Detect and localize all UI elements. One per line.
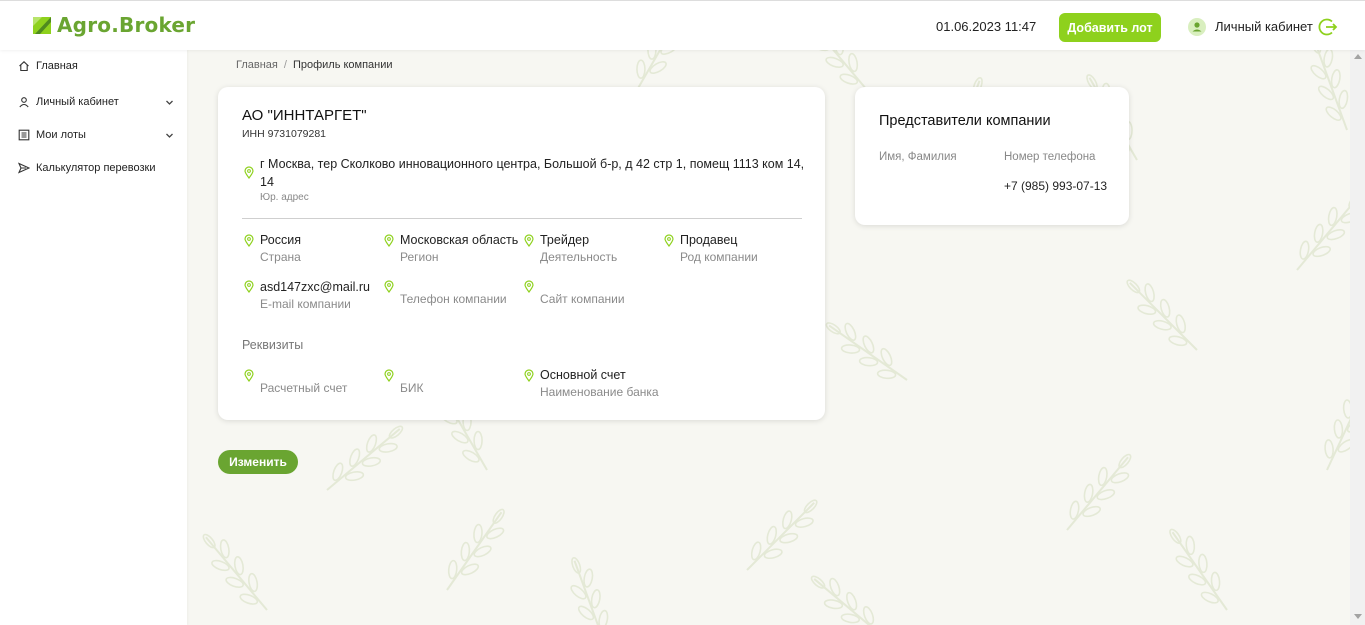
email-label: E-mail компании	[260, 297, 351, 311]
location-pin-icon	[244, 234, 254, 247]
breadcrumb-separator: /	[283, 59, 287, 71]
vertical-scrollbar[interactable]	[1350, 50, 1365, 625]
home-icon	[19, 61, 29, 72]
scroll-up-arrow-icon[interactable]	[1354, 54, 1362, 59]
bank-name-value: Основной счет	[540, 368, 626, 382]
location-pin-icon	[384, 280, 394, 293]
location-pin-icon	[664, 234, 674, 247]
sidebar-item-label: Мои лоты	[36, 129, 86, 141]
divider	[242, 218, 802, 219]
scroll-down-arrow-icon[interactable]	[1354, 614, 1362, 619]
company-kind-label: Род компании	[680, 250, 758, 264]
account-number-label: Расчетный счет	[260, 381, 348, 395]
location-pin-icon	[244, 369, 254, 382]
current-datetime: 01.06.2023 11:47	[936, 19, 1037, 34]
region-value: Московская область	[400, 233, 519, 247]
location-pin-icon	[384, 369, 394, 382]
sidebar-item-account[interactable]: Личный кабинет	[0, 91, 187, 113]
add-lot-button[interactable]: Добавить лот	[1059, 13, 1161, 42]
logo-text: Agro.Broker	[57, 13, 196, 37]
company-name: АО "ИННТАРГЕТ"	[242, 107, 367, 124]
sidebar-item-calculator[interactable]: Калькулятор перевозки	[0, 157, 187, 179]
representatives-title: Представители компании	[879, 113, 1051, 129]
location-pin-icon	[244, 166, 254, 179]
send-icon	[18, 162, 30, 174]
representative-phone: +7 (985) 993-07-13	[1004, 179, 1108, 193]
sidebar-item-my-lots[interactable]: Мои лоты	[0, 124, 187, 146]
sidebar: Главная Личный кабинет Мои лоты Калькуля…	[0, 50, 187, 625]
column-header-name: Имя, Фамилия	[879, 151, 957, 163]
website-label: Сайт компании	[540, 292, 625, 306]
location-pin-icon	[524, 369, 534, 382]
activity-label: Деятельность	[540, 250, 618, 264]
email-value[interactable]: asd147zxc@mail.ru	[260, 280, 370, 294]
phone-label: Телефон компании	[400, 292, 507, 306]
legal-address-label: Юр. адрес	[260, 192, 309, 203]
logo[interactable]: Agro.Broker	[32, 13, 195, 37]
list-icon	[18, 129, 30, 141]
bik-label: БИК	[400, 381, 424, 395]
company-kind-value: Продавец	[680, 233, 738, 247]
edit-button[interactable]: Изменить	[218, 450, 298, 474]
breadcrumb-home-link[interactable]: Главная	[236, 59, 278, 71]
bank-name-label: Наименование банка	[540, 385, 659, 399]
sidebar-item-home[interactable]: Главная	[0, 55, 187, 77]
sidebar-item-label: Личный кабинет	[36, 96, 119, 108]
legal-address-value: г Москва, тер Сколково инновационного це…	[260, 157, 805, 189]
activity-value: Трейдер	[540, 233, 590, 247]
company-inn: ИНН 9731079281	[242, 128, 327, 140]
representatives-card: Представители компании Имя, Фамилия Номе…	[855, 87, 1129, 225]
location-pin-icon	[384, 234, 394, 247]
location-pin-icon	[524, 234, 534, 247]
breadcrumb-current: Профиль компании	[292, 59, 393, 71]
user-icon	[19, 97, 29, 108]
chevron-down-icon[interactable]	[165, 98, 174, 107]
requisites-title: Реквизиты	[242, 338, 304, 352]
logout-icon[interactable]	[1318, 17, 1338, 37]
breadcrumb: Главная / Профиль компании	[236, 59, 393, 71]
location-pin-icon	[524, 280, 534, 293]
sidebar-item-label: Главная	[36, 60, 78, 72]
location-pin-icon	[244, 280, 254, 293]
account-link[interactable]: Личный кабинет	[1215, 19, 1313, 34]
company-profile-card: АО "ИННТАРГЕТ" ИНН 9731079281 г Москва, …	[218, 87, 825, 420]
country-value: Россия	[260, 233, 301, 247]
logo-leaf-icon	[33, 17, 51, 34]
column-header-phone: Номер телефона	[1004, 151, 1096, 163]
chevron-down-icon[interactable]	[165, 131, 174, 140]
main-content: Главная / Профиль компании АО "ИННТАРГЕТ…	[187, 50, 1350, 625]
user-avatar-icon[interactable]	[1188, 18, 1206, 36]
country-label: Страна	[260, 250, 301, 264]
region-label: Регион	[400, 250, 439, 264]
sidebar-item-label: Калькулятор перевозки	[36, 162, 156, 174]
top-header: Agro.Broker 01.06.2023 11:47 Добавить ло…	[0, 0, 1365, 50]
